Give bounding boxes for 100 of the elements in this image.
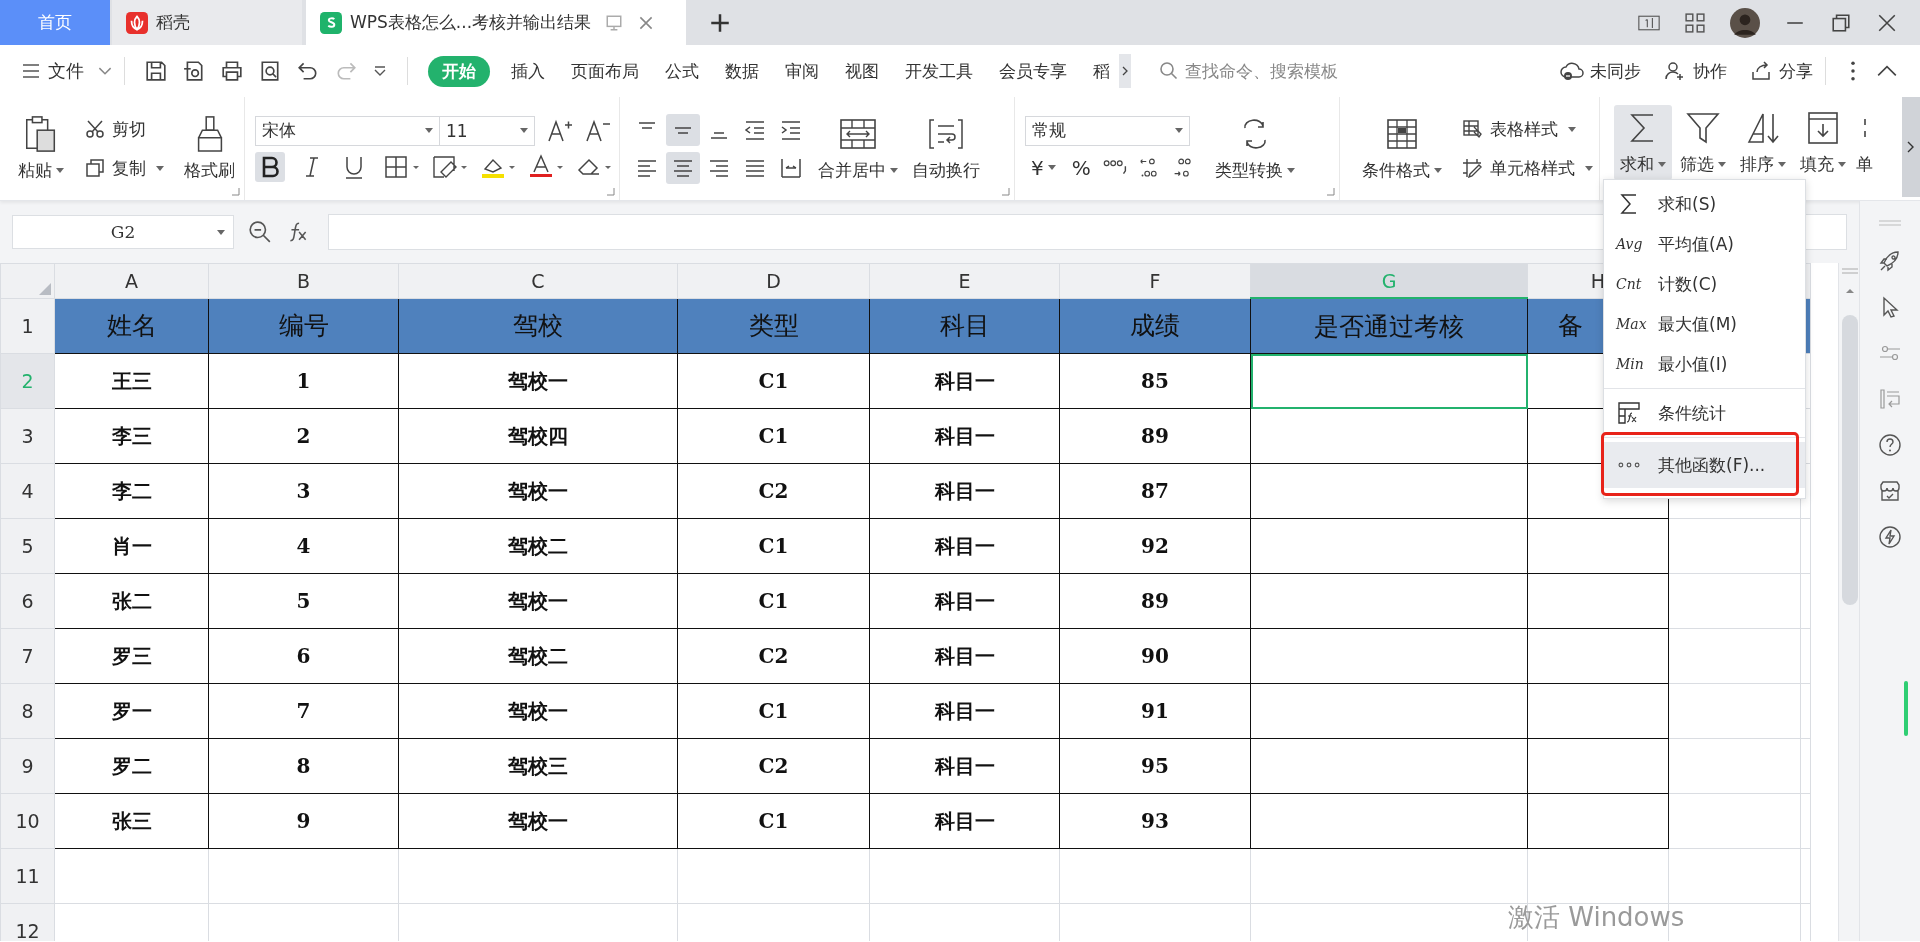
- ribbon-tab[interactable]: 页面布局: [571, 55, 639, 87]
- table-cell: C1: [677, 518, 870, 574]
- row-header[interactable]: 4: [0, 463, 55, 519]
- table-cell: C2: [677, 463, 870, 519]
- table-cell: 驾校一: [398, 683, 678, 739]
- table-cell: 王三: [54, 353, 209, 409]
- table-cell: 科目一: [869, 793, 1060, 849]
- paste-button[interactable]: 粘贴: [14, 111, 68, 186]
- table-cell: 张三: [54, 793, 209, 849]
- table-cell: 9: [208, 793, 399, 849]
- ribbon-tab[interactable]: 会员专享: [999, 55, 1067, 87]
- table-cell: 4: [208, 518, 399, 574]
- table-cell: 95: [1059, 738, 1251, 794]
- share-button[interactable]: 分享: [1749, 59, 1813, 83]
- ribbon-button[interactable]: 求和: [1614, 105, 1672, 180]
- ribbon-button[interactable]: 单: [1854, 105, 1875, 180]
- ribbon-button[interactable]: 筛选: [1674, 105, 1732, 180]
- type-convert-button[interactable]: 类型转换: [1210, 111, 1299, 186]
- row-header[interactable]: 1: [0, 298, 55, 354]
- table-cell: 罗三: [54, 628, 209, 684]
- table-cell: 2: [208, 408, 399, 464]
- table-cell: C1: [677, 683, 870, 739]
- table-cell: 92: [1059, 518, 1251, 574]
- ribbon-tab[interactable]: 插入: [511, 55, 545, 87]
- ribbon-tab[interactable]: 审阅: [785, 55, 819, 87]
- copy-button[interactable]: 复制: [82, 154, 166, 182]
- ribbon-button[interactable]: 填充: [1794, 105, 1852, 180]
- percent-button[interactable]: %: [1065, 155, 1097, 180]
- menu-item[interactable]: Avg 平均值(A): [1604, 224, 1805, 264]
- column-header[interactable]: D: [677, 263, 870, 298]
- currency-button[interactable]: ¥: [1025, 155, 1062, 180]
- row-header[interactable]: 5: [0, 518, 55, 574]
- table-cell: 驾校一: [398, 353, 678, 409]
- format-painter-button[interactable]: 格式刷: [180, 111, 239, 186]
- cut-button[interactable]: 剪切: [82, 115, 166, 143]
- activation-notice: 激活 Windows: [1508, 901, 1685, 934]
- table-cell: 91: [1059, 683, 1251, 739]
- table-style-button[interactable]: 表格样式: [1460, 115, 1595, 143]
- table-cell: 6: [208, 628, 399, 684]
- number-format-field[interactable]: 常规: [1025, 115, 1190, 146]
- table-cell: C1: [677, 793, 870, 849]
- column-header[interactable]: E: [869, 263, 1060, 298]
- wrap-text-button[interactable]: 自动换行: [908, 111, 984, 186]
- row-header[interactable]: 8: [0, 683, 55, 739]
- row-header[interactable]: 12: [0, 903, 55, 941]
- cell-style-button[interactable]: 单元格样式: [1460, 154, 1595, 182]
- font-name-field[interactable]: 宋体: [255, 115, 440, 146]
- table-cell: 科目一: [869, 463, 1060, 519]
- column-header[interactable]: F: [1059, 263, 1251, 298]
- table-cell: 肖一: [54, 518, 209, 574]
- ribbon-tab[interactable]: 数据: [725, 55, 759, 87]
- table-cell: 驾校一: [398, 573, 678, 629]
- table-cell: 1: [208, 353, 399, 409]
- row-header[interactable]: 10: [0, 793, 55, 849]
- table-cell: 驾校四: [398, 408, 678, 464]
- conditional-format-button[interactable]: 条件格式: [1358, 111, 1446, 186]
- column-heading: 科目: [869, 298, 1060, 354]
- menu-item[interactable]: 求和(S): [1604, 184, 1805, 224]
- row-header[interactable]: 3: [0, 408, 55, 464]
- table-cell: C1: [677, 353, 870, 409]
- table-cell: 驾校二: [398, 518, 678, 574]
- column-header[interactable]: C: [398, 263, 678, 298]
- table-cell: 87: [1059, 463, 1251, 519]
- column-heading: 是否通过考核: [1250, 298, 1528, 354]
- ribbon-tab[interactable]: 公式: [665, 55, 699, 87]
- name-box[interactable]: G2: [12, 215, 234, 249]
- table-cell: 89: [1059, 573, 1251, 629]
- ribbon-button[interactable]: 排序: [1734, 105, 1792, 180]
- sync-button[interactable]: 未同步: [1560, 59, 1641, 83]
- table-cell: 罗一: [54, 683, 209, 739]
- file-menu[interactable]: 文件: [22, 59, 112, 83]
- table-cell: 驾校二: [398, 628, 678, 684]
- menu-item[interactable]: 其他函数(F)...: [1604, 442, 1805, 488]
- table-cell: 8: [208, 738, 399, 794]
- column-header[interactable]: A: [54, 263, 209, 298]
- ribbon-tab[interactable]: 开发工具: [905, 55, 973, 87]
- merge-center-button[interactable]: 合并居中: [814, 111, 902, 186]
- row-header[interactable]: 6: [0, 573, 55, 629]
- table-cell: 85: [1059, 353, 1251, 409]
- column-header[interactable]: B: [208, 263, 399, 298]
- ribbon-tab[interactable]: 稻: [1093, 55, 1110, 87]
- document-tab[interactable]: WPS表格怎么...考核并输出结果: [306, 0, 686, 45]
- table-cell: 罗二: [54, 738, 209, 794]
- row-header[interactable]: 11: [0, 848, 55, 904]
- ribbon-tab[interactable]: 视图: [845, 55, 879, 87]
- document-tab[interactable]: 稻壳: [112, 0, 302, 45]
- table-cell: 科目一: [869, 738, 1060, 794]
- table-cell: 驾校一: [398, 463, 678, 519]
- table-cell: 科目一: [869, 683, 1060, 739]
- table-cell: 3: [208, 463, 399, 519]
- table-cell: 科目一: [869, 353, 1060, 409]
- font-size-field[interactable]: 11: [439, 115, 535, 146]
- row-header[interactable]: 9: [0, 738, 55, 794]
- table-cell: 科目一: [869, 408, 1060, 464]
- collaborate-button[interactable]: 协作: [1663, 59, 1727, 83]
- table-cell: 科目一: [869, 518, 1060, 574]
- menu-item[interactable]: 条件统计: [1604, 393, 1805, 433]
- row-header[interactable]: 7: [0, 628, 55, 684]
- table-cell: 89: [1059, 408, 1251, 464]
- table-cell: C1: [677, 573, 870, 629]
